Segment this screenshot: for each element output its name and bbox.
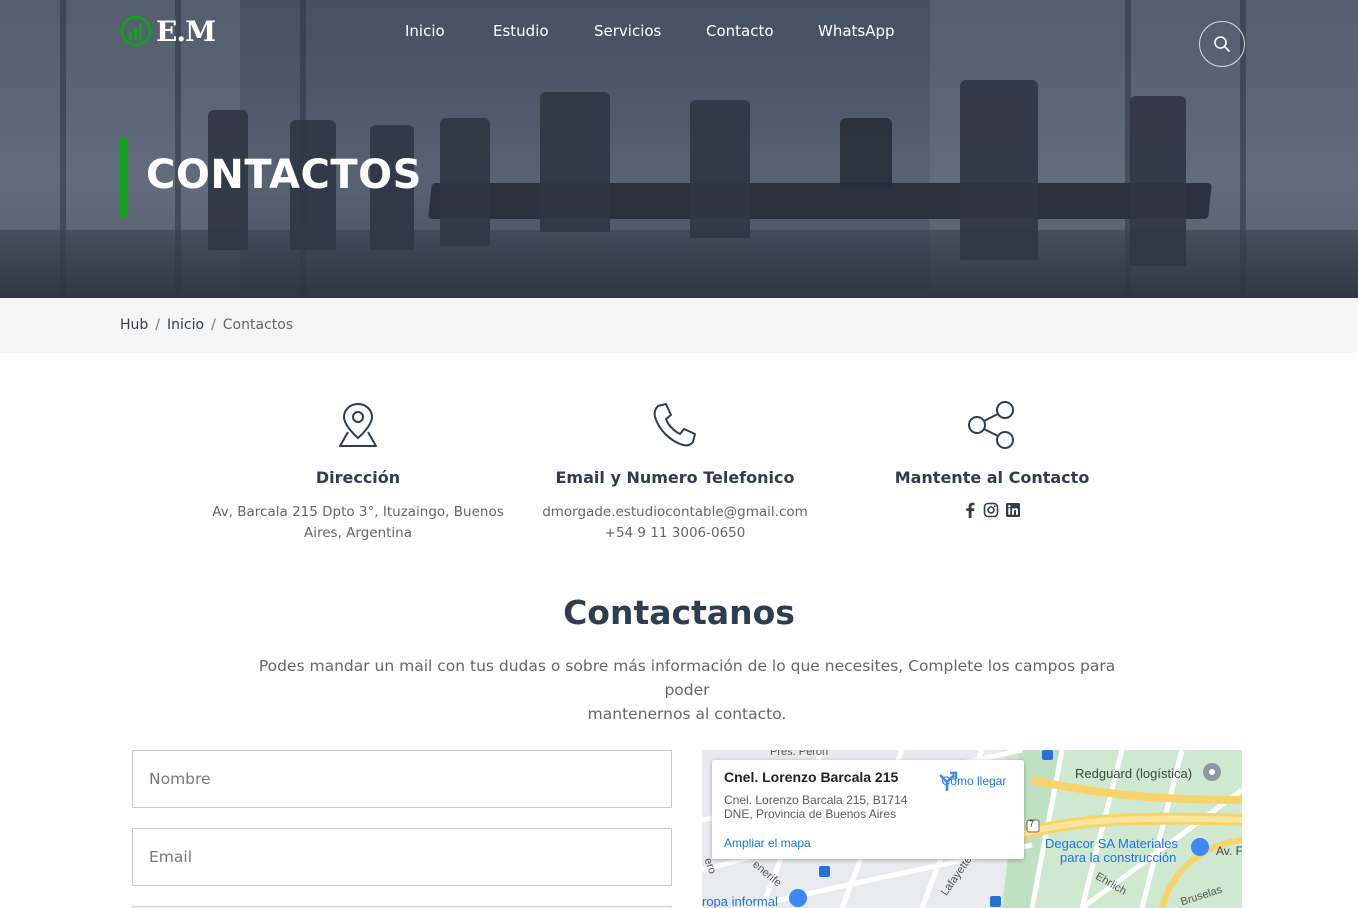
directions-button[interactable]: Cómo llegar <box>936 770 1012 791</box>
breadcrumb-separator: / <box>211 317 216 333</box>
email-input[interactable] <box>132 828 672 886</box>
breadcrumb-hub[interactable]: Hub <box>120 317 148 333</box>
info-address-line: Aires, Argentina <box>303 525 412 541</box>
google-map[interactable]: Pres. Perón Redguard (logística) Degacor… <box>702 750 1242 908</box>
map-label-degacor: para la construcción <box>1060 850 1177 865</box>
map-label-degacor: Degacor SA Materiales <box>1045 836 1178 851</box>
breadcrumb-current: Contactos <box>222 317 294 333</box>
info-address-title: Dirección <box>315 468 401 487</box>
nav-whatsapp[interactable]: WhatsApp <box>818 20 895 42</box>
info-address-line: Av, Barcala 215 Dpto 3°, Ituzaingo, Buen… <box>212 504 504 520</box>
nav-estudio[interactable]: Estudio <box>493 20 549 42</box>
email-link[interactable]: dmorgade.estudiocontable@gmail.com <box>515 502 835 523</box>
map-pin-icon <box>339 402 377 447</box>
page-title: CONTACTOS <box>146 152 422 198</box>
contact-description-line: Podes mandar un mail con tus dudas o sob… <box>258 657 1116 699</box>
nav-contacto[interactable]: Contacto <box>706 20 774 42</box>
facebook-icon[interactable] <box>963 502 977 522</box>
breadcrumb: Hub / Inicio / Contactos <box>0 298 1358 353</box>
map-label-street: Pres. Perón <box>770 750 829 758</box>
info-address: Dirección Av, Barcala 215 Dpto 3°, Ituza… <box>198 398 518 544</box>
map-label-redguard: Redguard (logística) <box>1075 766 1193 781</box>
contact-description-line: mantenernos al contacto. <box>587 705 787 723</box>
map-label-street: Av. F <box>1216 844 1242 858</box>
hero-accent-bar <box>120 138 128 218</box>
phone-icon <box>653 403 696 447</box>
nav-inicio[interactable]: Inicio <box>405 20 445 42</box>
name-input[interactable] <box>132 750 672 808</box>
breadcrumb-inicio[interactable]: Inicio <box>167 317 204 333</box>
map-address-line: Cnel. Lorenzo Barcala 215, B1714 <box>724 793 908 807</box>
instagram-icon[interactable] <box>983 502 999 522</box>
expand-map-link[interactable]: Ampliar el mapa <box>724 836 811 850</box>
breadcrumb-separator: / <box>155 317 161 333</box>
linkedin-icon[interactable] <box>1005 502 1021 522</box>
search-icon <box>1214 36 1230 52</box>
contact-description: Podes mandar un mail con tus dudas o sob… <box>240 654 1134 726</box>
info-email-phone-title: Email y Numero Telefonico <box>555 468 795 487</box>
map-info-card: Cnel. Lorenzo Barcala 215 Cnel. Lorenzo … <box>712 760 1024 859</box>
directions-icon <box>939 771 958 791</box>
search-button[interactable] <box>1199 21 1245 67</box>
map-place-title: Cnel. Lorenzo Barcala 215 <box>724 769 899 785</box>
map-label-place: ropa informal <box>702 894 778 908</box>
info-social-title: Mantente al Contacto <box>894 468 1090 487</box>
info-email-phone: Email y Numero Telefonico dmorgade.estud… <box>515 398 835 544</box>
hero-banner: E.M Inicio Estudio Servicios Contacto Wh… <box>0 0 1358 298</box>
phone-link[interactable]: +54 9 11 3006-0650 <box>515 523 835 544</box>
map-address-line: DNE, Provincia de Buenos Aires <box>724 807 897 821</box>
map-label-route: 7 <box>1029 819 1035 829</box>
contact-heading: Contactanos <box>563 593 795 632</box>
map-place-address: Cnel. Lorenzo Barcala 215, B1714 DNE, Pr… <box>724 793 924 821</box>
share-icon <box>968 401 1014 449</box>
main-nav: Inicio Estudio Servicios Contacto WhatsA… <box>0 20 1358 44</box>
nav-servicios[interactable]: Servicios <box>594 20 661 42</box>
info-social: Mantente al Contacto <box>832 398 1152 522</box>
